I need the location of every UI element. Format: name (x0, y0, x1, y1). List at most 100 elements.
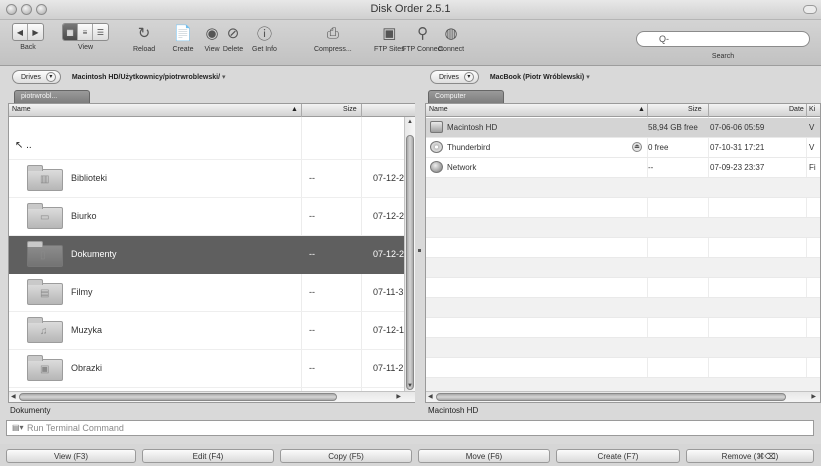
documents-glyph-icon: ▯ (40, 250, 46, 261)
table-row[interactable]: ▣ Obrazki -- 07-11-2 (9, 350, 409, 388)
scroll-right-icon[interactable]: ▶ (396, 393, 401, 400)
right-col-name[interactable]: Name (429, 106, 448, 113)
left-vertical-scroll-thumb[interactable] (406, 135, 414, 390)
toolbar: ◀ ▶ Back ▦ ≡ ☰ View ↻ Reload 📄 Create ◉ … (0, 20, 821, 66)
right-col-size[interactable]: Size (688, 106, 702, 113)
view-mode-control[interactable]: ▦ ≡ ☰ View (62, 23, 109, 51)
left-column-header: Name ▲ Size (9, 104, 415, 117)
ftp-sites-icon: ▣ (382, 25, 397, 42)
scroll-left-icon[interactable]: ◀ (11, 393, 16, 400)
toolbar-toggle-button[interactable] (803, 5, 817, 14)
file-size: -- (309, 363, 315, 373)
left-drives-button[interactable]: Drives ▾ (12, 70, 61, 84)
edit-f4-button[interactable]: Edit (F4) (142, 449, 274, 463)
file-name: Dokumenty (71, 249, 117, 259)
left-col-size[interactable]: Size (343, 106, 357, 113)
file-size: -- (309, 325, 315, 335)
view-mode-segment[interactable]: ▦ ≡ ☰ (62, 23, 109, 41)
left-status: Dokumenty (10, 406, 51, 415)
scroll-down-icon[interactable]: ▼ (407, 383, 413, 389)
right-col-separator (708, 104, 709, 117)
left-file-pane: Name ▲ Size ↖ .. ▥ Biblioteki -- 07-12-2… (8, 103, 416, 403)
delete-icon: ⊘ (226, 25, 240, 42)
search-label: Search (711, 53, 735, 60)
terminal-command-input[interactable]: ▤▾ Run Terminal Command (6, 420, 814, 436)
left-path-caret-icon: ▾ (222, 74, 226, 81)
folder-icon: ▭ (27, 203, 63, 229)
copy-f5-button[interactable]: Copy (F5) (280, 449, 412, 463)
right-col-kind[interactable]: Ki (809, 106, 815, 113)
list-item-empty (426, 178, 820, 198)
folder-icon: ♫ (27, 317, 63, 343)
create-button[interactable]: 📄 Create (172, 23, 194, 53)
view-file-button[interactable]: ◉ View (201, 23, 223, 53)
table-row[interactable]: Thunderbird ⏏ 0 free 07-10-31 17:21 V (426, 138, 820, 158)
left-path[interactable]: Macintosh HD/Użytkownicy/piotrwroblewski… (72, 73, 226, 81)
remove-button[interactable]: Remove (⌘⌫) (686, 449, 814, 463)
folder-icon: ▯ (27, 241, 63, 267)
scroll-left-icon[interactable]: ◀ (428, 393, 433, 400)
splitter-grip-icon (418, 249, 421, 252)
get-info-button[interactable]: ⓘ Get Info (252, 23, 277, 54)
right-path-bar: Drives ▾ MacBook (Piotr Wróblewski) ▾ (430, 67, 590, 87)
folder-icon: ▥ (27, 165, 63, 191)
volume-date: 07-10-31 17:21 (710, 143, 765, 152)
sort-ascending-icon[interactable]: ▲ (638, 106, 645, 113)
create-f7-button[interactable]: Create (F7) (556, 449, 680, 463)
right-path-text: MacBook (Piotr Wróblewski) (489, 74, 585, 81)
connect-button[interactable]: ◍ Connect (438, 23, 464, 53)
file-name: Biurko (71, 211, 97, 221)
right-col-date[interactable]: Date (789, 106, 804, 113)
reload-button[interactable]: ↻ Reload (133, 23, 155, 53)
table-row[interactable]: Network -- 07-09-23 23:37 Fi (426, 158, 820, 178)
forward-arrow-icon[interactable]: ▶ (28, 24, 43, 40)
search-input[interactable]: Q- (636, 31, 810, 47)
back-control[interactable]: ◀ ▶ Back (12, 23, 44, 51)
ftp-connect-button[interactable]: ⚲ FTP Connect (402, 23, 443, 53)
back-arrow-icon[interactable]: ◀ (13, 24, 28, 40)
table-row[interactable]: ▥ Biblioteki -- 07-12-2 (9, 160, 409, 198)
list-item-empty (426, 298, 820, 318)
left-col-name[interactable]: Name (12, 106, 31, 113)
table-row[interactable]: ▤ Filmy -- 07-11-3 (9, 274, 409, 312)
left-drives-label: Drives (21, 73, 41, 81)
list-item-empty (426, 258, 820, 278)
detail-view-icon[interactable]: ☰ (93, 24, 108, 40)
network-globe-icon (430, 161, 443, 173)
table-row[interactable]: ♫ Muzyka -- 07-12-1 (9, 312, 409, 350)
left-horizontal-scrollbar[interactable]: ◀ ▶ (9, 391, 415, 402)
right-col-separator (806, 104, 807, 117)
list-view-icon[interactable]: ≡ (78, 24, 93, 40)
scroll-right-icon[interactable]: ▶ (811, 393, 816, 400)
pane-splitter[interactable] (415, 103, 425, 403)
move-f6-button[interactable]: Move (F6) (418, 449, 550, 463)
eject-icon[interactable]: ⏏ (632, 142, 642, 152)
icon-view-icon[interactable]: ▦ (63, 24, 78, 40)
right-tab[interactable]: Computer (428, 90, 504, 103)
movies-glyph-icon: ▤ (40, 288, 50, 299)
scroll-up-icon[interactable]: ▲ (407, 119, 413, 125)
list-item-empty (426, 278, 820, 298)
right-horizontal-scrollbar[interactable]: ◀ ▶ (426, 391, 820, 402)
left-tab[interactable]: piotrwrobl... (14, 90, 90, 103)
left-vertical-scrollbar[interactable]: ▲ ▼ (404, 117, 415, 391)
view-f3-button[interactable]: View (F3) (6, 449, 136, 463)
table-row-selected[interactable]: Macintosh HD 58,94 GB free 07-06-06 05:5… (426, 118, 820, 138)
parent-directory-row[interactable]: ↖ .. (9, 118, 409, 160)
compress-button[interactable]: ⎙ Compress... (314, 23, 352, 54)
delete-button[interactable]: ⊘ Delete (222, 23, 244, 53)
search-field-value: Q- (659, 34, 669, 44)
compress-icon: ⎙ (326, 24, 339, 42)
file-name: Obrazki (71, 363, 103, 373)
right-drives-button[interactable]: Drives ▾ (430, 70, 479, 84)
sort-ascending-icon[interactable]: ▲ (291, 106, 298, 113)
table-row-selected[interactable]: ▯ Dokumenty -- 07-12-2 (9, 236, 409, 274)
table-row[interactable]: ▭ Biurko -- 07-12-2 (9, 198, 409, 236)
ftp-sites-button[interactable]: ▣ FTP Sites (374, 23, 405, 53)
ftp-sites-label: FTP Sites (374, 46, 405, 53)
right-horizontal-scroll-thumb[interactable] (436, 393, 786, 401)
left-horizontal-scroll-thumb[interactable] (19, 393, 337, 401)
right-path[interactable]: MacBook (Piotr Wróblewski) ▾ (490, 73, 590, 81)
music-glyph-icon: ♫ (40, 326, 48, 337)
back-forward-segment[interactable]: ◀ ▶ (12, 23, 44, 41)
